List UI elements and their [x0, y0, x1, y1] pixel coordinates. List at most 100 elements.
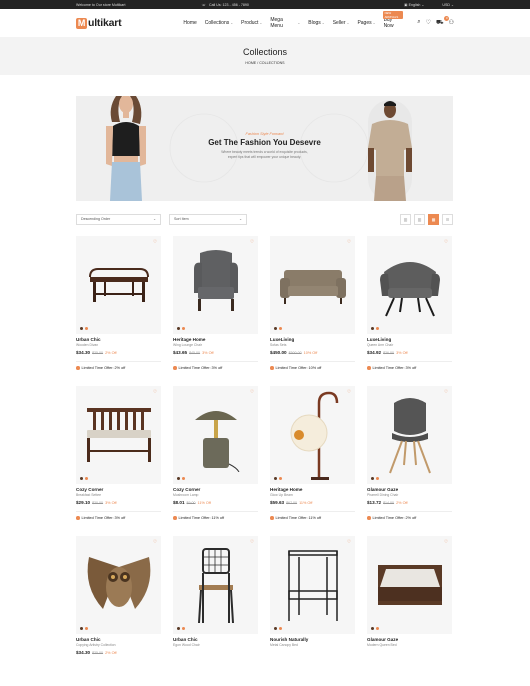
color-swatches[interactable] [177, 627, 185, 630]
wishlist-heart-icon[interactable]: ♡ [153, 239, 157, 245]
grid-4-icon[interactable]: ▦ [428, 213, 439, 225]
old-price: $67.00 [286, 501, 298, 505]
wishlist-heart-icon[interactable]: ♡ [444, 239, 448, 245]
product-name[interactable]: Nourish Naturally [270, 637, 355, 642]
color-swatches[interactable] [274, 627, 282, 630]
wishlist-heart-icon[interactable]: ♡ [250, 539, 254, 545]
breadcrumb[interactable]: HOME / COLLECTIONS [245, 61, 284, 65]
product-name[interactable]: Glamour Gaze [367, 637, 452, 642]
logo[interactable]: M ultikart [76, 17, 122, 29]
color-swatches[interactable] [177, 327, 185, 330]
product-card[interactable]: ♡ Glamour Gaze Pharrell Dining Chair $13.72… [367, 386, 452, 536]
old-price: $14.00 [383, 501, 395, 505]
grid-3-icon[interactable]: ▥ [414, 213, 425, 225]
currency-select[interactable]: USD ⌄ [442, 3, 454, 7]
product-name[interactable]: Heritage Home [270, 487, 355, 492]
wishlist-heart-icon[interactable]: ♡ [347, 239, 351, 245]
wishlist-heart-icon[interactable]: ♡ [347, 389, 351, 395]
product-card[interactable]: ♡ Urban Chic Egon Wood Chair [173, 536, 258, 686]
product-image[interactable]: ♡ [76, 536, 161, 634]
color-swatches[interactable] [371, 477, 379, 480]
product-card[interactable]: ♡ Nourish Naturally Metal Canopy Bed [270, 536, 355, 686]
grid-2-icon[interactable]: ▥ [400, 213, 411, 225]
product-card[interactable]: ♡ Cozy Corner Mushroom Lamp $8.01 $9.00 11% O… [173, 386, 258, 536]
old-price: $36.00 [383, 351, 395, 355]
call-info: ☏ Call Us: 123 - 456 - 7890 [201, 3, 248, 7]
product-name[interactable]: Glamour Gaze [367, 487, 452, 492]
product-image[interactable]: ♡ [173, 536, 258, 634]
cart-icon[interactable]: ⛟ [436, 19, 444, 27]
product-card[interactable]: ♡ LuxeLiving Queen Arm Chair $34.92 $36.00 3%… [367, 236, 452, 386]
sort-order-select[interactable]: Descending Order ⌄ [76, 213, 161, 225]
wishlist-heart-icon[interactable]: ♡ [250, 389, 254, 395]
product-name[interactable]: Heritage Home [173, 337, 258, 342]
product-card[interactable]: ♡ Heritage Home Wing Lounge Chair $43.65 $45… [173, 236, 258, 386]
product-card[interactable]: ♡ Glamour Gaze Modern Queen Bed [367, 536, 452, 686]
wishlist-heart-icon[interactable]: ♡ [153, 389, 157, 395]
wishlist-heart-icon[interactable]: ♡ [153, 539, 157, 545]
color-swatches[interactable] [274, 477, 282, 480]
user-icon[interactable]: ⚇ [449, 19, 454, 27]
phone-icon: ☏ [201, 2, 206, 7]
header-icons: ⌕ ♡ ⛟ 0 ⚇ [417, 16, 454, 27]
product-image[interactable]: ♡ [367, 236, 452, 334]
promo-banner[interactable]: Fashion Style Forward Get The Fashion Yo… [76, 96, 453, 201]
nav-blogs[interactable]: Blogs ⌄ [308, 17, 324, 29]
color-swatches[interactable] [371, 627, 379, 630]
nav-collections[interactable]: Collections ⌄ [205, 17, 233, 29]
wishlist-heart-icon[interactable]: ♡ [250, 239, 254, 245]
product-image[interactable]: ♡ [367, 386, 452, 484]
nav-pages[interactable]: Pages ⌄ [357, 17, 375, 29]
sort-item-select[interactable]: Sort Item ⌄ [169, 213, 247, 225]
product-image[interactable]: ♡ [270, 536, 355, 634]
limited-offer: Limited Time Offer: 3% off [173, 361, 258, 370]
product-name[interactable]: Urban Chic [76, 637, 161, 642]
product-name[interactable]: LuxeLiving [270, 337, 355, 342]
product-name[interactable]: Cozy Corner [76, 487, 161, 492]
product-name[interactable]: Cozy Corner [173, 487, 258, 492]
product-image[interactable]: ♡ [270, 236, 355, 334]
product-image[interactable]: ♡ [367, 536, 452, 634]
nav-seller[interactable]: Seller ⌄ [333, 17, 350, 29]
chevron-down-icon: ⌄ [153, 217, 156, 221]
product-price: $59.63 $67.00 11% Off [270, 500, 313, 505]
product-name[interactable]: Urban Chic [76, 337, 161, 342]
wishlist-heart-icon[interactable]: ♡ [426, 19, 431, 27]
limited-offer: Limited Time Offer: 2% off [76, 361, 161, 370]
product-card[interactable]: ♡ Urban Chic Wooden Divan $34.30 $35.00 2% Of… [76, 236, 161, 386]
product-name[interactable]: LuxeLiving [367, 337, 452, 342]
product-image[interactable]: ♡ [173, 236, 258, 334]
color-swatches[interactable] [80, 327, 88, 330]
color-swatches[interactable] [371, 327, 379, 330]
limited-offer: Limited Time Offer: 3% off [367, 361, 452, 370]
product-image[interactable]: ♡ [76, 236, 161, 334]
product-image[interactable]: ♡ [173, 386, 258, 484]
language-select[interactable]: ▣ English ⌄ [404, 3, 424, 7]
product-category: Wing Lounge Chair [173, 343, 203, 347]
list-view-icon[interactable]: ☰ [442, 213, 453, 225]
product-card[interactable]: ♡ Cozy Corner Breakfast Settee $29.10 $30.00… [76, 386, 161, 536]
wishlist-heart-icon[interactable]: ♡ [444, 389, 448, 395]
nav-buy-now[interactable]: NEW ARRIVALS Buy Now [382, 11, 404, 29]
color-swatches[interactable] [80, 477, 88, 480]
nav-product[interactable]: Product ⌄ [241, 17, 262, 29]
color-swatches[interactable] [177, 477, 185, 480]
product-category: Copying Artistry Collection [76, 643, 116, 647]
welcome-text: Welcome to Our store Multikart [76, 2, 126, 7]
wishlist-heart-icon[interactable]: ♡ [347, 539, 351, 545]
product-name[interactable]: Urban Chic [173, 637, 258, 642]
old-price: $35.00 [92, 351, 104, 355]
wishlist-heart-icon[interactable]: ♡ [444, 539, 448, 545]
product-card[interactable]: ♡ Urban Chic Copying Artistry Collection $3… [76, 536, 161, 686]
product-image[interactable]: ♡ [270, 386, 355, 484]
product-card[interactable]: ♡ LuxeLiving Sofas Sets $450.00 $500.00 10% O… [270, 236, 355, 386]
nav-home[interactable]: Home [183, 17, 196, 29]
old-price: $500.00 [288, 351, 302, 355]
color-swatches[interactable] [80, 627, 88, 630]
nav-mega-menu[interactable]: Mega Menu ⌄ [270, 17, 300, 29]
color-swatches[interactable] [274, 327, 282, 330]
offer-dot-icon [270, 366, 274, 370]
search-icon[interactable]: ⌕ [417, 19, 420, 27]
product-card[interactable]: ♡ Heritage Home Glow Up Beam $59.63 $67.00 11… [270, 386, 355, 536]
product-image[interactable]: ♡ [76, 386, 161, 484]
